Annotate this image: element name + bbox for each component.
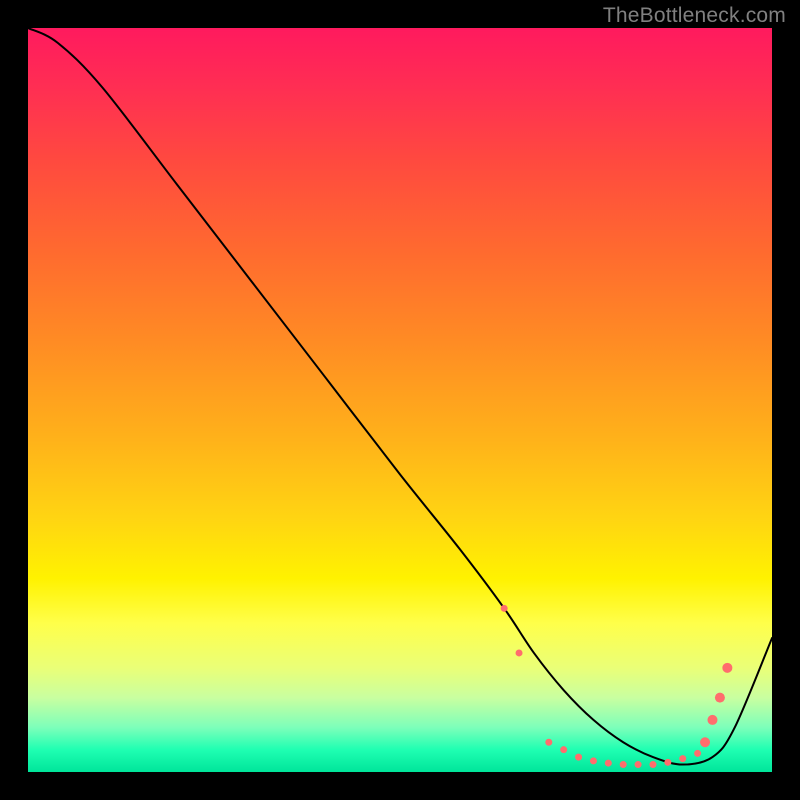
marker-dot [722, 663, 732, 673]
watermark-text: TheBottleneck.com [603, 4, 786, 28]
curve-layer [28, 28, 772, 772]
marker-dot [590, 757, 597, 764]
bottleneck-curve [28, 28, 772, 765]
marker-dot [516, 649, 523, 656]
chart-frame: TheBottleneck.com [0, 0, 800, 800]
marker-dot [707, 715, 717, 725]
marker-dot [605, 760, 612, 767]
plot-area [28, 28, 772, 772]
marker-dot [560, 746, 567, 753]
marker-dot [649, 761, 656, 768]
highlight-markers [501, 605, 733, 768]
marker-dot [620, 761, 627, 768]
marker-dot [664, 759, 671, 766]
marker-dot [679, 755, 686, 762]
marker-dot [694, 750, 701, 757]
marker-dot [545, 739, 552, 746]
marker-dot [700, 737, 710, 747]
marker-dot [575, 754, 582, 761]
marker-dot [635, 761, 642, 768]
marker-dot [715, 693, 725, 703]
marker-dot [501, 605, 508, 612]
